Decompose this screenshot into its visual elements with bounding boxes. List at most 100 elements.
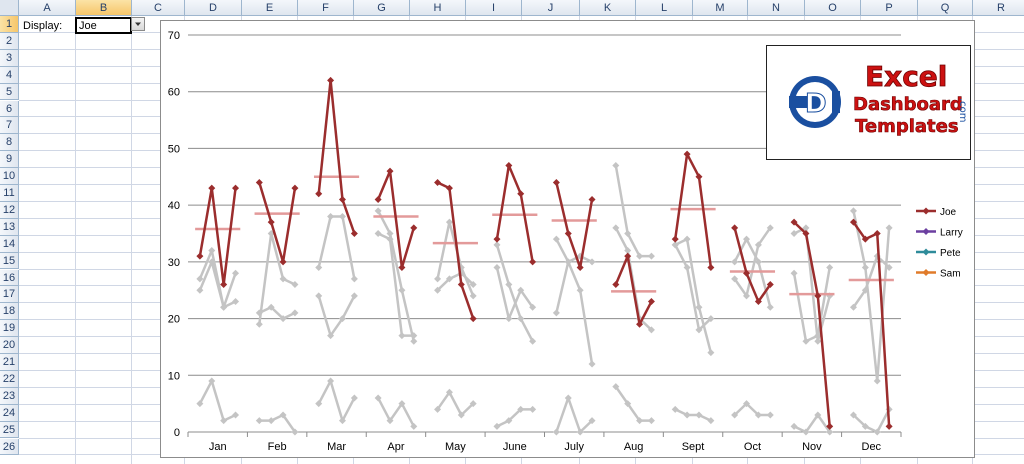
- row-header-3[interactable]: 3: [0, 49, 19, 67]
- other-series-point: [505, 315, 513, 323]
- row-header-16[interactable]: 16: [0, 269, 19, 287]
- other-series-point: [695, 303, 703, 311]
- other-series-point: [255, 320, 263, 328]
- other-series-line: [793, 226, 831, 343]
- row-header-5[interactable]: 5: [0, 83, 19, 101]
- row-header-25[interactable]: 25: [0, 421, 19, 439]
- other-series-point: [564, 394, 572, 402]
- joe-series-point: [338, 195, 346, 203]
- column-header-o[interactable]: O: [805, 0, 861, 16]
- column-header-q[interactable]: Q: [918, 0, 973, 16]
- row-header-14[interactable]: 14: [0, 235, 19, 253]
- column-header-n[interactable]: N: [748, 0, 805, 16]
- other-series-point: [350, 275, 358, 283]
- excel-dashboard-templates-logo: D Excel Dashboard Templates .com: [766, 45, 971, 160]
- row-header-24[interactable]: 24: [0, 404, 19, 422]
- joe-series-point: [220, 281, 228, 289]
- row-header-22[interactable]: 22: [0, 370, 19, 388]
- other-series-line: [496, 408, 533, 428]
- y-tick-label: 50: [168, 143, 180, 155]
- column-header-l[interactable]: L: [636, 0, 693, 16]
- row-header-23[interactable]: 23: [0, 387, 19, 405]
- column-header-b[interactable]: B: [76, 0, 132, 16]
- other-series-point: [208, 247, 216, 255]
- other-series-point: [861, 264, 869, 272]
- column-header-c[interactable]: C: [132, 0, 185, 16]
- other-series-point: [576, 286, 584, 294]
- joe-series-line: [198, 186, 237, 286]
- other-series-line: [258, 305, 296, 320]
- row-header-20[interactable]: 20: [0, 337, 19, 354]
- x-tick-label: Dec: [862, 441, 882, 453]
- row-header-2[interactable]: 2: [0, 32, 19, 50]
- select-all-corner[interactable]: [0, 0, 19, 16]
- display-dropdown-button[interactable]: [131, 17, 145, 31]
- column-header-p[interactable]: P: [861, 0, 918, 16]
- column-header-d[interactable]: D: [185, 0, 242, 16]
- x-tick-label: Oct: [744, 441, 761, 453]
- other-series-point: [469, 292, 477, 300]
- other-series-point: [766, 411, 774, 419]
- joe-series-point: [731, 224, 739, 232]
- x-tick-label: July: [564, 441, 584, 453]
- other-series-line: [733, 402, 771, 417]
- column-header-a[interactable]: A: [19, 0, 76, 16]
- row-header-11[interactable]: 11: [0, 185, 19, 202]
- other-series-point: [529, 405, 537, 413]
- legend-marker: [922, 228, 930, 235]
- joe-series-point: [196, 252, 204, 260]
- x-tick-label: June: [503, 441, 527, 453]
- row-header-12[interactable]: 12: [0, 201, 19, 219]
- other-series-point: [647, 252, 655, 260]
- row-header-19[interactable]: 19: [0, 320, 19, 338]
- other-series-line: [555, 254, 593, 314]
- y-tick-label: 60: [168, 87, 180, 99]
- legend-label: Larry: [940, 228, 963, 239]
- other-series-point: [196, 286, 204, 294]
- other-series-point: [398, 332, 406, 340]
- joe-series-point: [552, 178, 560, 186]
- joe-series-point: [493, 235, 501, 243]
- other-series-point: [826, 264, 834, 272]
- column-header-g[interactable]: G: [354, 0, 410, 16]
- y-tick-label: 70: [168, 30, 180, 42]
- legend-marker: [922, 248, 930, 256]
- column-header-e[interactable]: E: [242, 0, 298, 16]
- column-header-h[interactable]: H: [410, 0, 466, 16]
- row-header-21[interactable]: 21: [0, 354, 19, 371]
- row-header-9[interactable]: 9: [0, 151, 19, 169]
- cell-b1-selected[interactable]: Joe: [75, 17, 132, 34]
- joe-series-point: [374, 195, 382, 203]
- row-header-7[interactable]: 7: [0, 117, 19, 135]
- row-header-13[interactable]: 13: [0, 218, 19, 236]
- joe-series-point: [612, 281, 620, 289]
- column-header-i[interactable]: I: [466, 0, 522, 16]
- joe-series-point: [576, 264, 584, 272]
- column-header-f[interactable]: F: [298, 0, 354, 16]
- other-series-line: [555, 396, 593, 434]
- row-header-26[interactable]: 26: [0, 438, 19, 456]
- row-header-17[interactable]: 17: [0, 286, 19, 304]
- joe-series-point: [232, 184, 240, 192]
- other-series-point: [552, 428, 560, 436]
- column-header-k[interactable]: K: [580, 0, 636, 16]
- column-header-m[interactable]: M: [693, 0, 748, 16]
- cell-b1-value: Joe: [79, 20, 97, 32]
- logo-text-dashboard: Dashboard: [853, 94, 963, 115]
- joe-series-point: [588, 195, 596, 203]
- logo-text-dotcom: .com: [957, 98, 968, 123]
- column-header-j[interactable]: J: [522, 0, 580, 16]
- joe-series-point: [350, 230, 358, 237]
- other-series-point: [434, 275, 442, 283]
- row-header-10[interactable]: 10: [0, 168, 19, 185]
- row-header-4[interactable]: 4: [0, 66, 19, 84]
- svg-text:D: D: [805, 89, 827, 119]
- x-tick-label: Apr: [387, 441, 404, 453]
- row-header-6[interactable]: 6: [0, 100, 19, 118]
- logo-text-excel: Excel: [865, 60, 947, 93]
- row-header-15[interactable]: 15: [0, 252, 19, 270]
- column-header-r[interactable]: R: [973, 0, 1024, 16]
- row-header-1[interactable]: 1: [0, 16, 19, 33]
- row-header-18[interactable]: 18: [0, 303, 19, 321]
- row-header-8[interactable]: 8: [0, 134, 19, 152]
